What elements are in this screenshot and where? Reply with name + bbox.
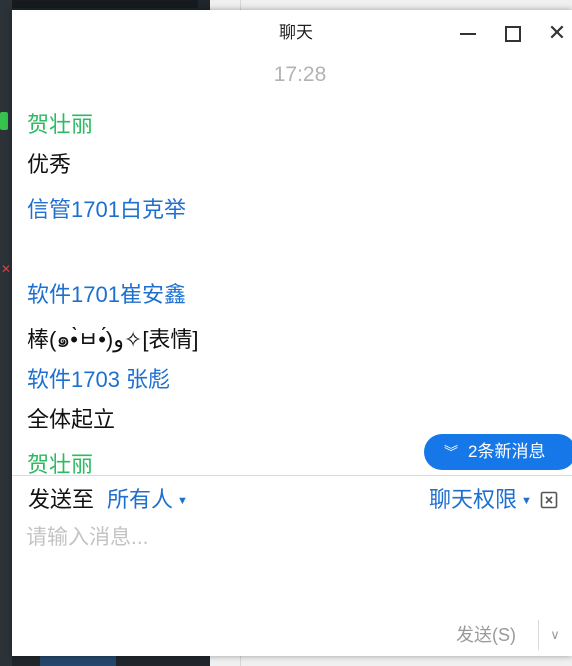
- message-input[interactable]: [26, 522, 558, 612]
- composer-divider: [12, 475, 572, 476]
- double-chevron-down-icon: ︾: [444, 444, 458, 460]
- background-status-indicator: [0, 112, 8, 130]
- background-topbar: [12, 0, 198, 8]
- chat-permission-button[interactable]: 聊天权限 ▼: [429, 484, 532, 516]
- chevron-down-icon: ∨: [550, 627, 560, 642]
- message-sender[interactable]: 软件1701崔安鑫: [27, 280, 186, 310]
- recipient-value: 所有人: [107, 487, 174, 512]
- message-list[interactable]: 17:28 贺壮丽 优秀 信管1701白克举 软件1701崔安鑫 棒(๑•̀ㅂ•…: [12, 56, 572, 474]
- message-timestamp: 17:28: [273, 63, 327, 86]
- minimize-button[interactable]: [453, 18, 483, 48]
- maximize-button[interactable]: [498, 18, 528, 48]
- message-sender[interactable]: 软件1703 张彪: [27, 365, 170, 395]
- chat-permission-label: 聊天权限: [429, 487, 518, 512]
- message-sender[interactable]: 贺壮丽: [27, 110, 93, 140]
- message-text: 优秀: [27, 152, 72, 177]
- send-separator: [538, 620, 539, 650]
- background-mute-icon: ✕: [1, 262, 12, 276]
- chat-window: 聊天 ✕ 17:28 贺壮丽 优秀 信管1701白克举 软件1701崔安鑫 棒(…: [12, 10, 572, 656]
- minimize-icon: [460, 33, 476, 35]
- send-button[interactable]: 发送(S): [456, 622, 538, 648]
- send-options-button[interactable]: ∨: [544, 622, 566, 648]
- close-icon: ✕: [547, 20, 567, 45]
- close-button[interactable]: ✕: [542, 18, 572, 48]
- message-sender[interactable]: 贺壮丽: [27, 450, 93, 474]
- title-bar[interactable]: 聊天 ✕: [12, 10, 572, 56]
- message-text: 全体起立: [27, 407, 116, 432]
- caret-down-icon: ▼: [177, 495, 188, 507]
- window-title: 聊天: [279, 23, 313, 42]
- expand-icon[interactable]: [540, 491, 558, 509]
- new-messages-button[interactable]: ︾ 2条新消息: [424, 434, 572, 470]
- recipient-select[interactable]: 所有人 ▼: [107, 484, 188, 516]
- message-text: 棒(๑•̀ㅂ•́)و✧[表情]: [27, 327, 199, 352]
- send-to-label: 发送至: [28, 487, 95, 512]
- background-strip: [0, 0, 12, 666]
- new-messages-label: 2条新消息: [468, 442, 546, 461]
- message-sender[interactable]: 信管1701白克举: [27, 195, 186, 225]
- maximize-icon: [505, 26, 521, 42]
- caret-down-icon: ▼: [521, 495, 532, 507]
